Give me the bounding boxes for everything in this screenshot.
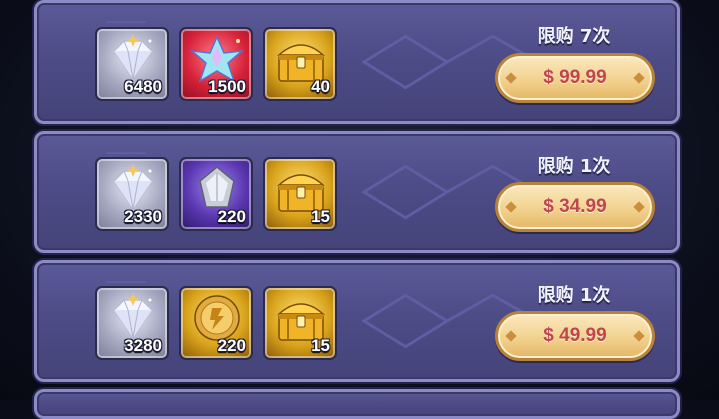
item-quantity: 220 bbox=[217, 336, 246, 355]
item-quantity: 1500 bbox=[208, 77, 246, 96]
item-quantity: 40 bbox=[311, 77, 330, 96]
offer-2-diamond-item[interactable]: 2330 bbox=[95, 157, 169, 231]
item-quantity: 3280 bbox=[124, 336, 162, 355]
item-quantity: 2330 bbox=[124, 207, 162, 226]
offer-3-diamond-item[interactable]: 3280 bbox=[95, 286, 169, 360]
buy-button-3[interactable]: $ 49.99 bbox=[495, 311, 655, 361]
price-label: $ 34.99 bbox=[543, 196, 607, 217]
offer-1-crystal-item[interactable]: 1500 bbox=[179, 27, 253, 101]
buy-button-2[interactable]: $ 34.99 bbox=[495, 182, 655, 232]
price-label: $ 49.99 bbox=[543, 325, 607, 346]
offer-2-gem-item[interactable]: 220 bbox=[179, 157, 253, 231]
offer-card-4-partial bbox=[34, 389, 680, 419]
item-quantity: 6480 bbox=[124, 77, 162, 96]
offer-3-chest-item[interactable]: 15 bbox=[263, 286, 337, 360]
purchase-limit-label: 限购 1次 bbox=[537, 156, 611, 177]
purchase-limit-label: 限购 7次 bbox=[537, 26, 611, 47]
offer-2-chest-item[interactable]: 15 bbox=[263, 157, 337, 231]
offer-1-diamond-item[interactable]: 6480 bbox=[95, 27, 169, 101]
offer-3-coin-item[interactable]: 220 bbox=[179, 286, 253, 360]
offer-1-chest-item[interactable]: 40 bbox=[263, 27, 337, 101]
item-quantity: 15 bbox=[311, 336, 330, 355]
buy-button-1[interactable]: $ 99.99 bbox=[495, 53, 655, 103]
purchase-limit-label: 限购 1次 bbox=[537, 285, 611, 306]
item-quantity: 15 bbox=[311, 207, 330, 226]
item-quantity: 220 bbox=[217, 207, 246, 226]
price-label: $ 99.99 bbox=[543, 67, 607, 88]
